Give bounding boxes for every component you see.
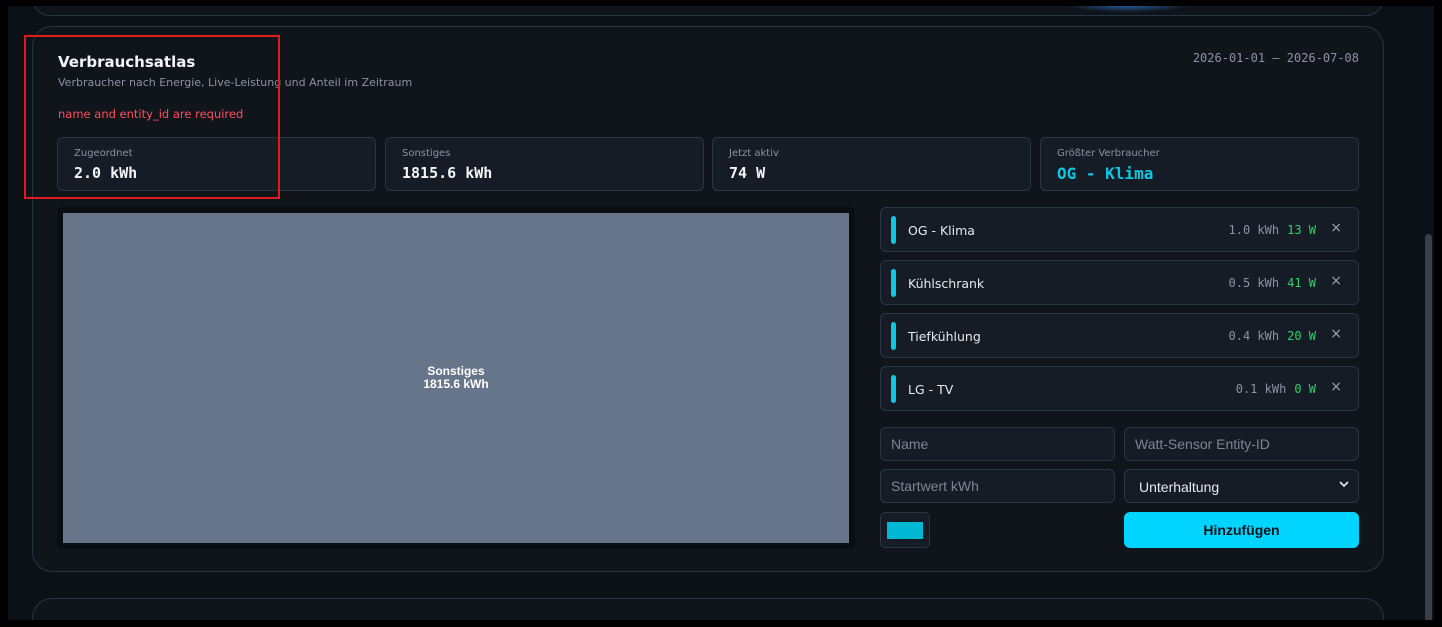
add-consumer-button[interactable]: Hinzufügen bbox=[1124, 512, 1359, 548]
next-card bbox=[32, 598, 1384, 620]
consumer-energy: 0.1 kWh bbox=[1235, 382, 1287, 396]
remove-consumer-button[interactable]: × bbox=[1330, 220, 1342, 236]
entity-id-input[interactable] bbox=[1124, 427, 1359, 461]
category-select[interactable]: Unterhaltung bbox=[1124, 469, 1359, 503]
glow-decoration bbox=[1068, 6, 1188, 12]
consumer-item: LG - TV 0.1 kWh 0 W × bbox=[880, 366, 1359, 411]
consumer-power: 20 W bbox=[1287, 329, 1316, 343]
card-subtitle: Verbraucher nach Energie, Live-Leistung … bbox=[58, 76, 413, 89]
consumer-item: OG - Klima 1.0 kWh 13 W × bbox=[880, 207, 1359, 252]
card-title: Verbrauchsatlas bbox=[58, 53, 196, 71]
color-picker-button[interactable] bbox=[880, 512, 930, 548]
stat-value: 74 W bbox=[729, 164, 766, 182]
consumer-color-bar bbox=[891, 375, 896, 403]
consumer-color-bar bbox=[891, 216, 896, 244]
stat-active-now: Jetzt aktiv 74 W bbox=[712, 137, 1031, 191]
treemap-tile-other[interactable]: Sonstiges 1815.6 kWh bbox=[63, 213, 849, 543]
stat-largest-consumer: Größter Verbraucher OG - Klima bbox=[1040, 137, 1359, 191]
consumer-name: Kühlschrank bbox=[908, 276, 985, 291]
consumer-name: LG - TV bbox=[908, 382, 954, 397]
remove-consumer-button[interactable]: × bbox=[1330, 326, 1342, 342]
stat-label: Sonstiges bbox=[402, 148, 451, 159]
date-range: 2026-01-01 – 2026-07-08 bbox=[1192, 51, 1359, 65]
remove-consumer-button[interactable]: × bbox=[1330, 273, 1342, 289]
scrollbar[interactable] bbox=[1422, 6, 1434, 620]
consumer-power: 41 W bbox=[1287, 276, 1316, 290]
start-value-input[interactable] bbox=[880, 469, 1115, 503]
color-swatch bbox=[887, 522, 923, 539]
consumer-color-bar bbox=[891, 322, 896, 350]
stat-assigned: Zugeordnet 2.0 kWh bbox=[57, 137, 376, 191]
tile-value: 1815.6 kWh bbox=[423, 377, 489, 391]
stat-value: 2.0 kWh bbox=[74, 164, 138, 182]
consumer-item: Kühlschrank 0.5 kWh 41 W × bbox=[880, 260, 1359, 305]
consumer-power: 13 W bbox=[1287, 223, 1316, 237]
consumer-energy: 0.4 kWh bbox=[1228, 329, 1280, 343]
consumer-name: OG - Klima bbox=[908, 223, 975, 238]
stat-label: Jetzt aktiv bbox=[729, 148, 779, 159]
consumption-atlas-card: Verbrauchsatlas Verbraucher nach Energie… bbox=[32, 26, 1384, 572]
stat-label: Größter Verbraucher bbox=[1057, 148, 1160, 159]
consumer-name: Tiefkühlung bbox=[908, 329, 981, 344]
category-select-value: Unterhaltung bbox=[1139, 479, 1220, 495]
stat-value: OG - Klima bbox=[1057, 164, 1154, 183]
chevron-down-icon bbox=[1339, 481, 1349, 488]
consumer-energy: 1.0 kWh bbox=[1228, 223, 1280, 237]
stat-value: 1815.6 kWh bbox=[402, 164, 493, 182]
stat-label: Zugeordnet bbox=[74, 148, 133, 159]
consumer-energy: 0.5 kWh bbox=[1228, 276, 1280, 290]
viewport: Verbrauchsatlas Verbraucher nach Energie… bbox=[8, 6, 1434, 620]
stat-other: Sonstiges 1815.6 kWh bbox=[385, 137, 704, 191]
name-input[interactable] bbox=[880, 427, 1115, 461]
consumption-treemap: Sonstiges 1815.6 kWh bbox=[57, 207, 855, 549]
scrollbar-thumb[interactable] bbox=[1425, 234, 1432, 620]
consumer-color-bar bbox=[891, 269, 896, 297]
consumer-item: Tiefkühlung 0.4 kWh 20 W × bbox=[880, 313, 1359, 358]
consumer-power: 0 W bbox=[1294, 382, 1316, 396]
remove-consumer-button[interactable]: × bbox=[1330, 379, 1342, 395]
error-message: name and entity_id are required bbox=[58, 107, 244, 121]
